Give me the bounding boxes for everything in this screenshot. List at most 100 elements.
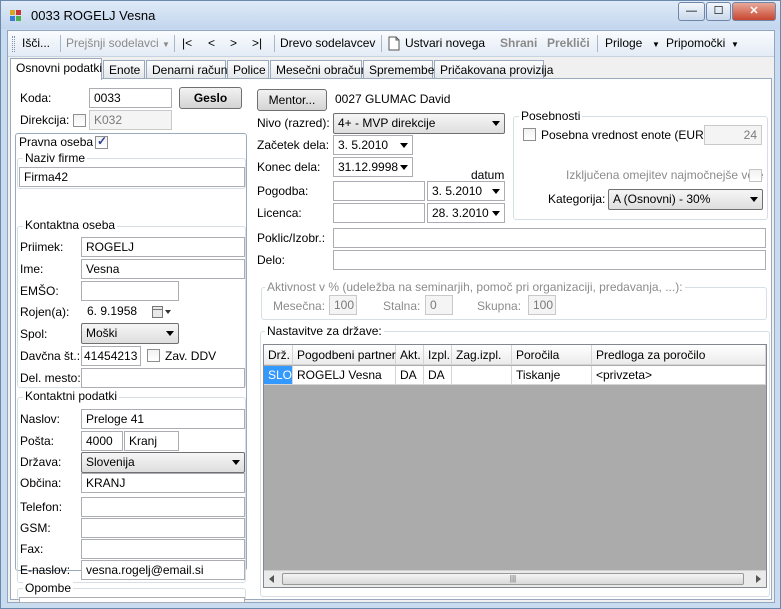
- tab-changes[interactable]: Spremembe: [363, 60, 434, 79]
- workplace-field[interactable]: [81, 368, 245, 388]
- monthly-field[interactable]: 100: [329, 295, 357, 315]
- scrollbar-thumb[interactable]: |||: [282, 573, 744, 585]
- gsm-field[interactable]: [81, 518, 245, 538]
- table-cell[interactable]: DA: [424, 366, 452, 385]
- tools-menu[interactable]: Pripomočki: [666, 36, 725, 50]
- column-header[interactable]: Predloga za poročilo: [592, 345, 766, 365]
- excluded-limit-label: Izključena omejitev najmočnejše veje: [566, 168, 764, 182]
- tab-units[interactable]: Enote: [103, 60, 145, 79]
- permanent-field[interactable]: 0: [425, 295, 453, 315]
- notes-field[interactable]: [19, 597, 245, 603]
- table-cell[interactable]: DA: [396, 366, 424, 385]
- table-cell[interactable]: <privzeta>: [592, 366, 766, 385]
- chevron-down-icon: [492, 211, 500, 216]
- mentor-value: 0027 GLUMAC David: [335, 92, 451, 106]
- title-bar: 0033 ROGELJ Vesna — ☐ ✕: [1, 1, 780, 29]
- close-button[interactable]: ✕: [732, 2, 776, 21]
- scroll-left-icon[interactable]: [269, 575, 274, 583]
- dropdown-arrow-icon[interactable]: ▼: [652, 40, 660, 49]
- surname-field[interactable]: ROGELJ: [81, 237, 245, 257]
- directorate-checkbox[interactable]: [73, 114, 86, 127]
- previous-record-button[interactable]: <: [208, 36, 215, 50]
- first-record-button[interactable]: |<: [182, 36, 192, 50]
- excluded-limit-checkbox[interactable]: [749, 169, 762, 182]
- contract-date-value: 3. 5.2010: [432, 184, 483, 198]
- country-select[interactable]: Slovenija: [81, 452, 245, 473]
- phone-field[interactable]: [81, 497, 245, 517]
- tab-bank-account[interactable]: Denarni račun: [146, 60, 227, 79]
- column-header[interactable]: Zag.izpl.: [452, 345, 512, 365]
- first-name-label: Ime:: [20, 262, 44, 276]
- work-field[interactable]: [333, 250, 766, 270]
- minimize-button[interactable]: —: [678, 2, 705, 21]
- next-record-button[interactable]: >: [230, 36, 237, 50]
- tab-policies[interactable]: Police: [227, 60, 269, 79]
- column-header[interactable]: Drž.: [264, 345, 293, 365]
- gsm-label: GSM:: [20, 521, 51, 535]
- column-header[interactable]: Akt.: [396, 345, 424, 365]
- toolbar-separator: [274, 35, 275, 52]
- previous-coworkers-button[interactable]: Prejšnji sodelavci: [66, 36, 159, 50]
- cancel-button[interactable]: Prekliči: [547, 36, 590, 50]
- table-cell[interactable]: Tiskanje: [512, 366, 592, 385]
- post-city-field[interactable]: Kranj: [124, 431, 179, 451]
- license-field[interactable]: [333, 203, 425, 223]
- directorate-field[interactable]: K032: [89, 110, 172, 130]
- save-button[interactable]: Shrani: [500, 36, 537, 50]
- company-name-field[interactable]: Firma42: [19, 167, 245, 187]
- maximize-button[interactable]: ☐: [706, 2, 731, 21]
- level-select[interactable]: 4+ - MVP direkcije: [333, 113, 505, 134]
- mentor-button[interactable]: Mentor...: [257, 89, 327, 111]
- dropdown-arrow-icon[interactable]: ▼: [162, 40, 170, 49]
- password-button[interactable]: Geslo: [179, 87, 242, 109]
- tab-expected-commission[interactable]: Pričakovana provizija: [434, 60, 553, 79]
- table-cell[interactable]: ROGELJ Vesna: [293, 366, 396, 385]
- column-header[interactable]: Izpl.: [424, 345, 452, 365]
- profession-field[interactable]: [333, 228, 766, 248]
- contract-date-picker[interactable]: 3. 5.2010: [427, 181, 505, 201]
- special-unit-value-field[interactable]: 24: [704, 125, 762, 145]
- postal-code-field[interactable]: 4000: [81, 431, 123, 451]
- calendar-icon[interactable]: [152, 305, 172, 322]
- category-select[interactable]: A (Osnovni) - 30%: [608, 189, 763, 210]
- scroll-right-icon[interactable]: [756, 575, 761, 583]
- fax-field[interactable]: [81, 539, 245, 559]
- end-date-picker[interactable]: 31.12.9998: [333, 157, 413, 177]
- contact-person-title: Kontaktna oseba: [23, 218, 118, 232]
- table-cell[interactable]: SLO: [264, 366, 293, 385]
- code-field[interactable]: 0033: [89, 88, 172, 108]
- coworker-tree-button[interactable]: Drevo sodelavcev: [280, 36, 375, 50]
- attachments-menu[interactable]: Priloge: [605, 36, 642, 50]
- country-settings-grid[interactable]: Drž. Pogodbeni partner Akt. Izpl. Zag.iz…: [263, 344, 767, 588]
- chevron-down-icon: [492, 121, 500, 126]
- tax-number-field[interactable]: 41454213: [81, 346, 141, 366]
- tab-basic-data[interactable]: Osnovni podatki: [10, 58, 102, 80]
- column-header[interactable]: Pogodbeni partner: [293, 345, 396, 365]
- special-unit-value-checkbox[interactable]: [523, 128, 536, 141]
- last-record-button[interactable]: >|: [252, 36, 262, 50]
- first-name-field[interactable]: Vesna: [81, 259, 245, 279]
- chevron-down-icon: [400, 143, 408, 148]
- license-date-picker[interactable]: 28. 3.2010: [427, 203, 505, 223]
- address-field[interactable]: Preloge 41: [81, 409, 245, 429]
- gender-select[interactable]: Moški: [81, 323, 179, 344]
- create-new-button[interactable]: Ustvari novega: [405, 36, 485, 50]
- toolbar-grip[interactable]: [12, 36, 15, 52]
- emso-field[interactable]: [81, 281, 179, 301]
- dropdown-arrow-icon[interactable]: ▼: [731, 40, 739, 49]
- specifics-title: Posebnosti: [519, 109, 583, 123]
- tab-monthly-statement[interactable]: Mesečni obračun: [270, 60, 367, 79]
- legal-entity-checkbox[interactable]: ✓: [95, 134, 108, 149]
- column-header[interactable]: Poročila: [512, 345, 592, 365]
- vat-payer-checkbox[interactable]: [147, 349, 160, 362]
- email-field[interactable]: vesna.rogelj@email.si: [81, 560, 245, 580]
- table-cell[interactable]: [452, 366, 512, 385]
- start-date-picker[interactable]: 3. 5.2010: [333, 135, 413, 155]
- contract-field[interactable]: [333, 181, 425, 201]
- municipality-field[interactable]: KRANJ: [81, 473, 245, 493]
- total-field[interactable]: 100: [528, 295, 556, 315]
- search-button[interactable]: Išči...: [22, 36, 50, 50]
- horizontal-scrollbar[interactable]: |||: [264, 570, 766, 587]
- app-icon: [9, 8, 23, 22]
- phone-label: Telefon:: [20, 500, 63, 514]
